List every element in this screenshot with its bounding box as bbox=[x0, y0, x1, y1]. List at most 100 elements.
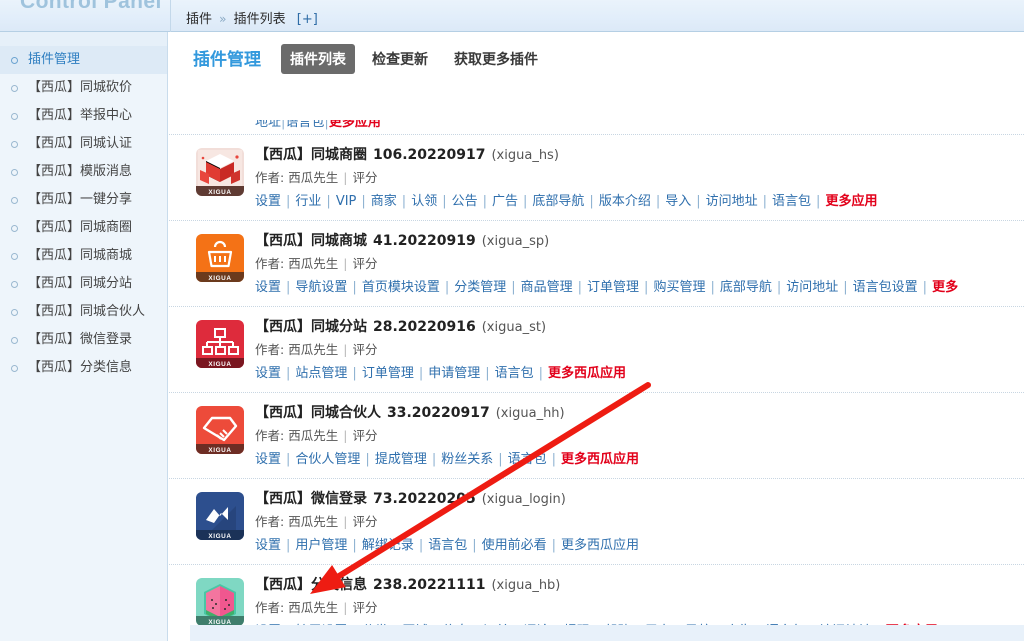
link-separator: | bbox=[696, 194, 701, 209]
plugin-action-links: 设置 | 合伙人管理 | 提成管理 | 粉丝关系 | 语言包 | 更多西瓜应用 bbox=[255, 448, 1024, 472]
meta-separator: | bbox=[343, 342, 348, 357]
plugin-link-提成管理[interactable]: 提成管理 bbox=[375, 452, 427, 467]
plugin-link-公告[interactable]: 公告 bbox=[452, 194, 478, 209]
sidebar-item-4[interactable]: 【西瓜】模版消息 bbox=[0, 158, 167, 186]
plugin-link-商品管理[interactable]: 商品管理 bbox=[521, 280, 573, 295]
footer-strip bbox=[190, 625, 1024, 641]
plugin-link-版本介绍[interactable]: 版本介绍 bbox=[599, 194, 651, 209]
sidebar-item-10[interactable]: 【西瓜】微信登录 bbox=[0, 326, 167, 354]
plugin-link-设置[interactable]: 设置 bbox=[255, 452, 281, 467]
plugin-version: 41.20220919 bbox=[373, 233, 476, 249]
clipped-link-0[interactable]: 地址 bbox=[255, 120, 281, 130]
plugin-version: 33.20220917 bbox=[387, 405, 490, 421]
tab-2[interactable]: 获取更多插件 bbox=[445, 44, 547, 74]
plugin-link-合伙人管理[interactable]: 合伙人管理 bbox=[295, 452, 360, 467]
sidebar-item-11[interactable]: 【西瓜】分类信息 bbox=[0, 354, 167, 382]
link-separator: | bbox=[762, 194, 768, 209]
plugin-link-粉丝关系[interactable]: 粉丝关系 bbox=[441, 452, 493, 467]
plugin-link-导航设置[interactable]: 导航设置 bbox=[295, 280, 347, 295]
tab-label: 检查更新 bbox=[372, 52, 428, 68]
sidebar-item-5[interactable]: 【西瓜】一键分享 bbox=[0, 186, 167, 214]
sidebar-item-0[interactable]: 插件管理 bbox=[0, 46, 167, 74]
tab-0[interactable]: 插件列表 bbox=[281, 44, 355, 74]
plugin-link-VIP[interactable]: VIP bbox=[336, 194, 357, 209]
bullet-icon bbox=[11, 197, 18, 204]
plugin-link-底部导航[interactable]: 底部导航 bbox=[720, 280, 772, 295]
sidebar-item-2[interactable]: 【西瓜】举报中心 bbox=[0, 102, 167, 130]
sidebar-item-7[interactable]: 【西瓜】同城商城 bbox=[0, 242, 167, 270]
plugin-link-设置[interactable]: 设置 bbox=[255, 366, 281, 381]
plugin-link-使用前必看[interactable]: 使用前必看 bbox=[482, 538, 547, 553]
sidebar: 插件管理【西瓜】同城砍价 【西瓜】举报中心 【西瓜】同城认证 【西瓜】模版消息 【西瓜】… bbox=[0, 32, 168, 641]
bullet-icon bbox=[11, 365, 18, 372]
plugin-link-更多应用[interactable]: 更多应用 bbox=[825, 194, 877, 209]
plugin-link-更多西瓜应用[interactable]: 更多西瓜应用 bbox=[548, 366, 626, 381]
plugin-link-访问地址[interactable]: 访问地址 bbox=[786, 280, 838, 295]
plugin-title: 【西瓜】微信登录 73.20220205 (xigua_login) bbox=[255, 488, 1024, 511]
plugin-link-更多西瓜应用[interactable]: 更多西瓜应用 bbox=[561, 538, 639, 553]
plugin-version: 28.20220916 bbox=[373, 319, 476, 335]
plugin-link-解绑记录[interactable]: 解绑记录 bbox=[362, 538, 414, 553]
tab-label: 获取更多插件 bbox=[454, 52, 538, 68]
plugin-link-设置[interactable]: 设置 bbox=[255, 194, 281, 209]
plugin-icon-tongcheng-fenzhan: XIGUA bbox=[196, 320, 244, 368]
sidebar-item-label: 插件管理 bbox=[28, 52, 81, 67]
plugin-link-分类管理[interactable]: 分类管理 bbox=[454, 280, 506, 295]
plugin-link-购买管理[interactable]: 购买管理 bbox=[653, 280, 705, 295]
plugin-link-用户管理[interactable]: 用户管理 bbox=[295, 538, 347, 553]
link-separator: | bbox=[843, 280, 848, 295]
rating-label: 评分 bbox=[352, 514, 378, 529]
breadcrumb-current[interactable]: 插件列表 bbox=[234, 12, 286, 27]
plugin-link-更多[interactable]: 更多 bbox=[932, 280, 958, 295]
link-separator: | bbox=[442, 194, 447, 209]
link-separator: | bbox=[352, 538, 357, 553]
breadcrumb-root[interactable]: 插件 bbox=[186, 12, 212, 27]
plugin-link-语言包[interactable]: 语言包 bbox=[428, 538, 467, 553]
link-separator: | bbox=[589, 194, 594, 209]
sidebar-item-3[interactable]: 【西瓜】同城认证 bbox=[0, 130, 167, 158]
bullet-icon bbox=[11, 225, 18, 232]
link-separator: | bbox=[498, 452, 503, 467]
plugin-link-订单管理[interactable]: 订单管理 bbox=[587, 280, 639, 295]
link-separator: | bbox=[352, 366, 357, 381]
plugin-link-导入[interactable]: 导入 bbox=[665, 194, 691, 209]
plugin-link-站点管理[interactable]: 站点管理 bbox=[295, 366, 347, 381]
plugin-link-认领[interactable]: 认领 bbox=[411, 194, 437, 209]
plugin-link-语言包设置[interactable]: 语言包设置 bbox=[853, 280, 918, 295]
plugin-link-底部导航[interactable]: 底部导航 bbox=[532, 194, 584, 209]
plugin-action-links: 设置 | 行业 | VIP | 商家 | 认领 | 公告 | 广告 | 底部导航 | 版本介绍 | 导入 | 访问地址 |… bbox=[255, 190, 1024, 214]
author-label: 作者: bbox=[255, 170, 285, 185]
sidebar-item-9[interactable]: 【西瓜】同城合伙人 bbox=[0, 298, 167, 326]
link-separator: | bbox=[418, 366, 424, 381]
link-separator: | bbox=[655, 194, 661, 209]
plugin-link-申请管理[interactable]: 申请管理 bbox=[428, 366, 480, 381]
clipped-link-2[interactable]: 更多应用 bbox=[329, 120, 381, 130]
sidebar-item-6[interactable]: 【西瓜】同城商圈 bbox=[0, 214, 167, 242]
plugin-name: 【西瓜】同城商城 bbox=[255, 233, 367, 249]
tab-1[interactable]: 检查更新 bbox=[363, 44, 437, 74]
plugin-icon-tongcheng-shangcheng: XIGUA bbox=[196, 234, 244, 282]
author-name: 西瓜先生 bbox=[288, 342, 339, 357]
plugin-link-语言包[interactable]: 语言包 bbox=[772, 194, 811, 209]
plugin-link-广告[interactable]: 广告 bbox=[492, 194, 518, 209]
link-separator: | bbox=[776, 280, 782, 295]
plugin-link-访问地址[interactable]: 访问地址 bbox=[706, 194, 758, 209]
clipped-link-1[interactable]: 语言包 bbox=[285, 120, 324, 130]
breadcrumb-expand-button[interactable]: [+] bbox=[297, 12, 318, 27]
plugin-link-语言包[interactable]: 语言包 bbox=[495, 366, 534, 381]
plugin-body: 【西瓜】同城合伙人 33.20220917 (xigua_hh) 作者: 西瓜先生 | 评分… bbox=[255, 402, 1024, 472]
link-separator: | bbox=[472, 538, 477, 553]
plugin-link-语言包[interactable]: 语言包 bbox=[508, 452, 547, 467]
sidebar-item-8[interactable]: 【西瓜】同城分站 bbox=[0, 270, 167, 298]
plugin-link-更多西瓜应用[interactable]: 更多西瓜应用 bbox=[561, 452, 639, 467]
link-separator: | bbox=[352, 280, 357, 295]
plugin-link-设置[interactable]: 设置 bbox=[255, 538, 281, 553]
sidebar-item-1[interactable]: 【西瓜】同城砍价 bbox=[0, 74, 167, 102]
plugin-link-行业[interactable]: 行业 bbox=[295, 194, 321, 209]
plugin-link-设置[interactable]: 设置 bbox=[255, 280, 281, 295]
plugin-link-首页模块设置[interactable]: 首页模块设置 bbox=[362, 280, 440, 295]
plugin-name: 【西瓜】同城商圈 bbox=[255, 147, 367, 163]
plugin-link-订单管理[interactable]: 订单管理 bbox=[362, 366, 414, 381]
sidebar-top-strip bbox=[0, 32, 167, 46]
plugin-link-商家[interactable]: 商家 bbox=[371, 194, 397, 209]
